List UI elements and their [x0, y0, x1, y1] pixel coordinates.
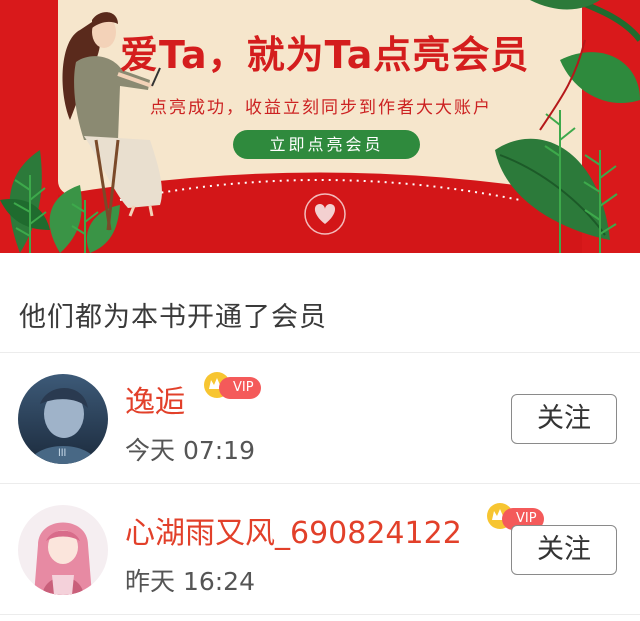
avatar[interactable]: [18, 505, 108, 595]
member-name[interactable]: 逸逅: [125, 377, 185, 421]
member-row: lll 逸逅 VIP 今天 07:19 关注: [0, 353, 640, 484]
avatar[interactable]: lll: [18, 374, 108, 464]
member-time: 昨天 16:24: [125, 567, 255, 596]
section-header: 他们都为本书开通了会员: [0, 253, 640, 353]
member-row: 心湖雨又风_690824122 VIP 昨天 16:24 关注: [0, 484, 640, 615]
light-up-membership-button[interactable]: 立即点亮会员: [233, 130, 420, 159]
member-time: 今天 07:19: [125, 436, 255, 465]
follow-button[interactable]: 关注: [511, 525, 617, 575]
vip-tag: VIP: [219, 377, 261, 399]
banner-title: 爱Ta，就为Ta点亮会员: [120, 33, 530, 77]
section-title: 他们都为本书开通了会员: [19, 302, 327, 333]
member-name[interactable]: 心湖雨又风_690824122: [125, 508, 462, 552]
banner-subtitle: 点亮成功，收益立刻同步到作者大大账户: [150, 98, 492, 118]
svg-text:lll: lll: [58, 448, 66, 459]
promo-banner[interactable]: 爱Ta，就为Ta点亮会员 点亮成功，收益立刻同步到作者大大账户 立即点亮会员: [0, 0, 640, 253]
follow-button[interactable]: 关注: [511, 394, 617, 444]
